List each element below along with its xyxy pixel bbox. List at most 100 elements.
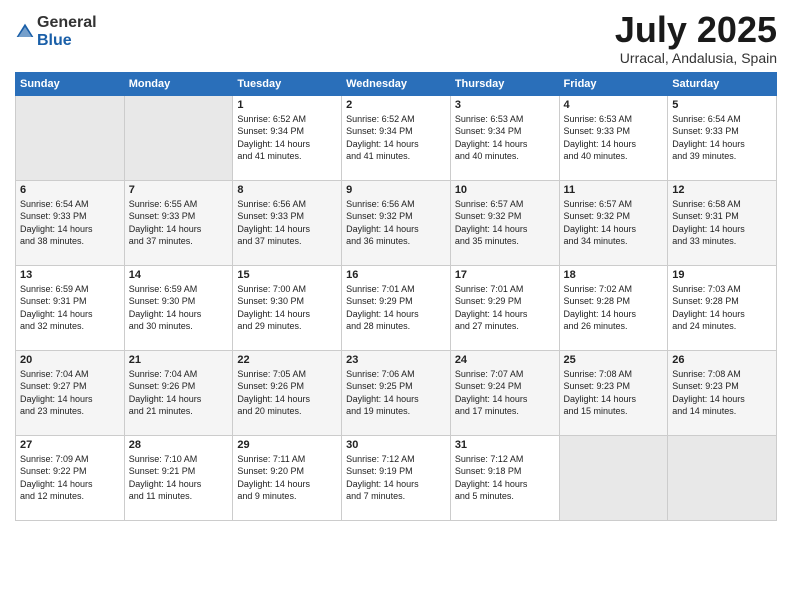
day-cell: 12 Sunrise: 6:58 AM Sunset: 9:31 PM Dayli… [668,180,777,265]
day-cell: 8 Sunrise: 6:56 AM Sunset: 9:33 PM Daylig… [233,180,342,265]
day-cell [668,435,777,520]
month-title: July 2025 [615,10,777,50]
calendar-page: General Blue July 2025 Urracal, Andalusi… [0,0,792,612]
day-cell: 3Sunrise: 6:53 AM Sunset: 9:34 PM Daylig… [450,95,559,180]
week-row-1: 6Sunrise: 6:54 AM Sunset: 9:33 PM Daylig… [16,180,777,265]
day-content: Sunrise: 7:12 AM Sunset: 9:19 PM Dayligh… [346,453,446,503]
day-number: 6 [20,184,120,196]
day-cell: 5 Sunrise: 6:54 AM Sunset: 9:33 PM Daylig… [668,95,777,180]
day-cell: 25Sunrise: 7:08 AM Sunset: 9:23 PM Dayli… [559,350,668,435]
day-cell: 30 Sunrise: 7:12 AM Sunset: 9:19 PM Dayli… [342,435,451,520]
day-content: Sunrise: 6:57 AM Sunset: 9:32 PM Dayligh… [564,198,664,248]
day-cell: 18 Sunrise: 7:02 AM Sunset: 9:28 PM Dayli… [559,265,668,350]
header: General Blue July 2025 Urracal, Andalusi… [15,10,777,66]
day-cell: 26 Sunrise: 7:08 AM Sunset: 9:23 PM Dayli… [668,350,777,435]
day-cell: 6Sunrise: 6:54 AM Sunset: 9:33 PM Daylig… [16,180,125,265]
day-content: Sunrise: 7:01 AM Sunset: 9:29 PM Dayligh… [455,283,555,333]
day-content: Sunrise: 6:58 AM Sunset: 9:31 PM Dayligh… [672,198,772,248]
day-cell: 28Sunrise: 7:10 AM Sunset: 9:21 PM Dayli… [124,435,233,520]
day-content: Sunrise: 7:11 AM Sunset: 9:20 PM Dayligh… [237,453,337,503]
day-number: 18 [564,269,664,281]
day-cell: 29 Sunrise: 7:11 AM Sunset: 9:20 PM Dayli… [233,435,342,520]
day-number: 1 [237,99,337,111]
title-block: July 2025 Urracal, Andalusia, Spain [615,10,777,66]
week-row-2: 13 Sunrise: 6:59 AM Sunset: 9:31 PM Dayli… [16,265,777,350]
day-number: 15 [237,269,337,281]
day-number: 30 [346,439,446,451]
logo-icon [15,22,35,42]
day-number: 26 [672,354,772,366]
day-number: 3 [455,99,555,111]
day-content: Sunrise: 6:59 AM Sunset: 9:30 PM Dayligh… [129,283,229,333]
logo-blue-text: Blue [37,32,97,50]
calendar-table: Sunday Monday Tuesday Wednesday Thursday… [15,72,777,521]
day-number: 20 [20,354,120,366]
week-row-4: 27 Sunrise: 7:09 AM Sunset: 9:22 PM Dayli… [16,435,777,520]
day-content: Sunrise: 6:55 AM Sunset: 9:33 PM Dayligh… [129,198,229,248]
day-number: 23 [346,354,446,366]
day-number: 8 [237,184,337,196]
col-friday: Friday [559,72,668,95]
day-content: Sunrise: 7:06 AM Sunset: 9:25 PM Dayligh… [346,368,446,418]
logo-general-text: General [37,14,97,32]
day-number: 19 [672,269,772,281]
day-cell: 17Sunrise: 7:01 AM Sunset: 9:29 PM Dayli… [450,265,559,350]
day-cell: 24Sunrise: 7:07 AM Sunset: 9:24 PM Dayli… [450,350,559,435]
day-cell: 23 Sunrise: 7:06 AM Sunset: 9:25 PM Dayli… [342,350,451,435]
day-cell [16,95,125,180]
week-row-0: 1 Sunrise: 6:52 AM Sunset: 9:34 PM Daylig… [16,95,777,180]
day-cell: 27 Sunrise: 7:09 AM Sunset: 9:22 PM Dayli… [16,435,125,520]
day-content: Sunrise: 7:05 AM Sunset: 9:26 PM Dayligh… [237,368,337,418]
day-cell: 2Sunrise: 6:52 AM Sunset: 9:34 PM Daylig… [342,95,451,180]
day-content: Sunrise: 7:04 AM Sunset: 9:27 PM Dayligh… [20,368,120,418]
day-cell: 10Sunrise: 6:57 AM Sunset: 9:32 PM Dayli… [450,180,559,265]
day-number: 7 [129,184,229,196]
col-tuesday: Tuesday [233,72,342,95]
day-number: 16 [346,269,446,281]
week-row-3: 20 Sunrise: 7:04 AM Sunset: 9:27 PM Dayli… [16,350,777,435]
day-cell [124,95,233,180]
col-saturday: Saturday [668,72,777,95]
day-content: Sunrise: 7:01 AM Sunset: 9:29 PM Dayligh… [346,283,446,333]
day-content: Sunrise: 6:56 AM Sunset: 9:33 PM Dayligh… [237,198,337,248]
day-content: Sunrise: 7:10 AM Sunset: 9:21 PM Dayligh… [129,453,229,503]
day-number: 31 [455,439,555,451]
day-content: Sunrise: 7:09 AM Sunset: 9:22 PM Dayligh… [20,453,120,503]
day-cell: 11 Sunrise: 6:57 AM Sunset: 9:32 PM Dayli… [559,180,668,265]
day-number: 14 [129,269,229,281]
day-content: Sunrise: 6:59 AM Sunset: 9:31 PM Dayligh… [20,283,120,333]
day-number: 11 [564,184,664,196]
day-number: 22 [237,354,337,366]
col-sunday: Sunday [16,72,125,95]
col-thursday: Thursday [450,72,559,95]
day-number: 13 [20,269,120,281]
day-cell: 22 Sunrise: 7:05 AM Sunset: 9:26 PM Dayli… [233,350,342,435]
day-number: 24 [455,354,555,366]
day-cell: 1 Sunrise: 6:52 AM Sunset: 9:34 PM Daylig… [233,95,342,180]
col-monday: Monday [124,72,233,95]
day-content: Sunrise: 6:52 AM Sunset: 9:34 PM Dayligh… [237,113,337,163]
location: Urracal, Andalusia, Spain [615,50,777,66]
day-number: 12 [672,184,772,196]
day-number: 21 [129,354,229,366]
day-content: Sunrise: 7:04 AM Sunset: 9:26 PM Dayligh… [129,368,229,418]
day-cell: 14 Sunrise: 6:59 AM Sunset: 9:30 PM Dayli… [124,265,233,350]
day-number: 10 [455,184,555,196]
day-content: Sunrise: 7:08 AM Sunset: 9:23 PM Dayligh… [672,368,772,418]
day-cell: 21 Sunrise: 7:04 AM Sunset: 9:26 PM Dayli… [124,350,233,435]
day-content: Sunrise: 6:52 AM Sunset: 9:34 PM Dayligh… [346,113,446,163]
day-content: Sunrise: 6:56 AM Sunset: 9:32 PM Dayligh… [346,198,446,248]
day-number: 29 [237,439,337,451]
day-content: Sunrise: 6:54 AM Sunset: 9:33 PM Dayligh… [672,113,772,163]
day-number: 9 [346,184,446,196]
day-content: Sunrise: 7:08 AM Sunset: 9:23 PM Dayligh… [564,368,664,418]
day-cell: 7 Sunrise: 6:55 AM Sunset: 9:33 PM Daylig… [124,180,233,265]
day-content: Sunrise: 7:02 AM Sunset: 9:28 PM Dayligh… [564,283,664,333]
logo-text: General Blue [37,14,97,49]
day-number: 27 [20,439,120,451]
day-cell [559,435,668,520]
day-cell: 13 Sunrise: 6:59 AM Sunset: 9:31 PM Dayli… [16,265,125,350]
day-cell: 4Sunrise: 6:53 AM Sunset: 9:33 PM Daylig… [559,95,668,180]
day-number: 5 [672,99,772,111]
day-content: Sunrise: 7:03 AM Sunset: 9:28 PM Dayligh… [672,283,772,333]
